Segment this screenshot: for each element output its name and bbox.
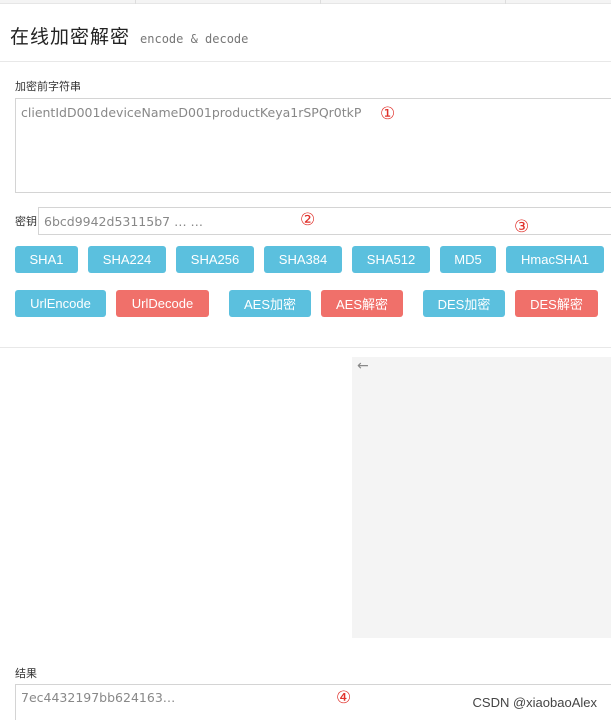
back-arrow-icon[interactable]: ← (357, 358, 369, 374)
page-subtitle: encode & decode (140, 32, 249, 46)
header-divider (0, 61, 611, 62)
sha1-button[interactable]: SHA1 (15, 246, 78, 273)
annotation-marker-2: ② (300, 210, 316, 230)
side-panel: ← (352, 357, 611, 638)
page-title: 在线加密解密 (10, 26, 131, 48)
annotation-marker-1: ① (380, 104, 396, 124)
plaintext-value: clientIdD001deviceNameD001productKeya1rS… (21, 105, 362, 120)
section-divider (0, 347, 611, 348)
result-label: 结果 (15, 667, 37, 680)
key-value: 6bcd9942d53115b7 … … (44, 214, 204, 229)
annotation-marker-3: ③ (514, 217, 530, 237)
top-tab-strip (0, 0, 611, 4)
tab-separator (505, 0, 506, 4)
md5-button[interactable]: MD5 (440, 246, 496, 273)
hmacsha1-button[interactable]: HmacSHA1 (506, 246, 604, 273)
sha256-button[interactable]: SHA256 (176, 246, 254, 273)
sha224-button[interactable]: SHA224 (88, 246, 166, 273)
sha384-button[interactable]: SHA384 (264, 246, 342, 273)
result-value: 7ec4432197bb624163… (21, 690, 176, 705)
page-header: 在线加密解密 encode & decode (10, 22, 248, 50)
aes-decrypt-button[interactable]: AES解密 (321, 290, 403, 317)
aes-encrypt-button[interactable]: AES加密 (229, 290, 311, 317)
urlencode-button[interactable]: UrlEncode (15, 290, 106, 317)
plaintext-input[interactable]: clientIdD001deviceNameD001productKeya1rS… (15, 98, 611, 193)
key-label: 密钥 (15, 215, 37, 228)
input-label: 加密前字符串 (15, 80, 81, 93)
des-decrypt-button[interactable]: DES解密 (515, 290, 598, 317)
tab-separator (320, 0, 321, 4)
tab-separator (135, 0, 136, 4)
des-encrypt-button[interactable]: DES加密 (423, 290, 505, 317)
sha512-button[interactable]: SHA512 (352, 246, 430, 273)
csdn-watermark: CSDN @xiaobaoAlex (472, 695, 597, 710)
annotation-marker-4: ④ (336, 688, 352, 708)
urldecode-button[interactable]: UrlDecode (116, 290, 209, 317)
